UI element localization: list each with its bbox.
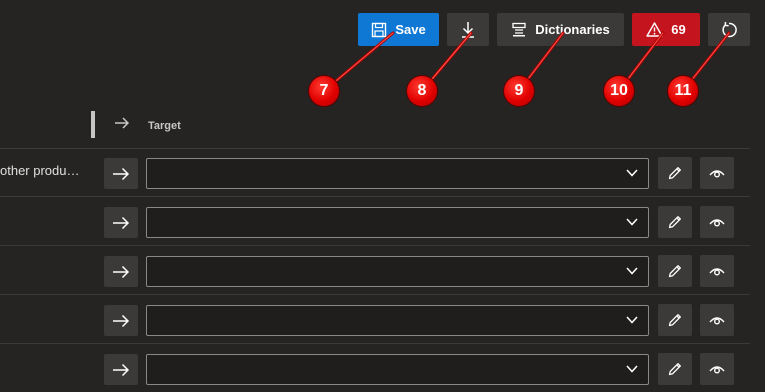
- arrow-right-icon: [115, 117, 130, 129]
- target-dropdown[interactable]: [146, 256, 649, 287]
- warning-icon: [646, 22, 663, 37]
- table-row: [0, 197, 765, 245]
- target-dropdown[interactable]: [146, 158, 649, 189]
- copy-to-target-button[interactable]: [104, 354, 138, 385]
- eye-icon: [709, 317, 725, 325]
- download-button[interactable]: [447, 13, 489, 46]
- arrow-right-icon: [113, 167, 130, 180]
- chevron-down-icon: [626, 316, 638, 324]
- column-resize-handle[interactable]: [91, 111, 95, 138]
- preview-button[interactable]: [700, 304, 734, 336]
- target-dropdown[interactable]: [146, 305, 649, 336]
- preview-button[interactable]: [700, 206, 734, 238]
- save-label: Save: [395, 22, 426, 37]
- edit-button[interactable]: [658, 353, 692, 385]
- save-icon: [372, 22, 387, 37]
- edit-button[interactable]: [658, 206, 692, 238]
- chevron-down-icon: [626, 365, 638, 373]
- callout-badge-10: 10: [604, 76, 634, 106]
- preview-button[interactable]: [700, 353, 734, 385]
- refresh-button[interactable]: [708, 13, 750, 46]
- table-row: [0, 246, 765, 294]
- copy-to-target-button[interactable]: [104, 305, 138, 336]
- arrow-right-icon: [113, 265, 130, 278]
- chevron-down-icon: [626, 218, 638, 226]
- table-row: [0, 295, 765, 343]
- callout-badge-7: 7: [309, 76, 339, 106]
- source-text: other produ…: [0, 163, 80, 178]
- pencil-icon: [668, 314, 681, 327]
- table-row: [0, 344, 765, 392]
- copy-to-target-button[interactable]: [104, 256, 138, 287]
- chevron-down-icon: [626, 267, 638, 275]
- copy-to-target-button[interactable]: [104, 207, 138, 238]
- callout-badge-9: 9: [504, 76, 534, 106]
- edit-button[interactable]: [658, 255, 692, 287]
- target-dropdown[interactable]: [146, 354, 649, 385]
- error-count: 69: [671, 22, 686, 37]
- target-dropdown[interactable]: [146, 207, 649, 238]
- pencil-icon: [668, 363, 681, 376]
- refresh-icon: [722, 21, 737, 37]
- dictionaries-label: Dictionaries: [535, 22, 610, 37]
- preview-button[interactable]: [700, 255, 734, 287]
- arrow-right-icon: [113, 363, 130, 376]
- edit-button[interactable]: [658, 304, 692, 336]
- arrow-right-icon: [113, 216, 130, 229]
- pencil-icon: [668, 265, 681, 278]
- dictionary-icon: [512, 22, 526, 36]
- save-button[interactable]: Save: [358, 13, 439, 46]
- chevron-down-icon: [626, 169, 638, 177]
- callout-badge-8: 8: [407, 76, 437, 106]
- dictionaries-button[interactable]: Dictionaries: [497, 13, 624, 46]
- pencil-icon: [668, 167, 681, 180]
- preview-button[interactable]: [700, 157, 734, 189]
- errors-button[interactable]: 69: [632, 13, 700, 46]
- copy-to-target-button[interactable]: [104, 158, 138, 189]
- eye-icon: [709, 219, 725, 227]
- edit-button[interactable]: [658, 157, 692, 189]
- eye-icon: [709, 366, 725, 374]
- eye-icon: [709, 268, 725, 276]
- target-column-header: Target: [148, 120, 181, 132]
- download-icon: [462, 21, 474, 38]
- eye-icon: [709, 170, 725, 178]
- table-row: other produ…: [0, 148, 765, 196]
- callout-badge-11: 11: [668, 76, 698, 106]
- pencil-icon: [668, 216, 681, 229]
- arrow-right-icon: [113, 314, 130, 327]
